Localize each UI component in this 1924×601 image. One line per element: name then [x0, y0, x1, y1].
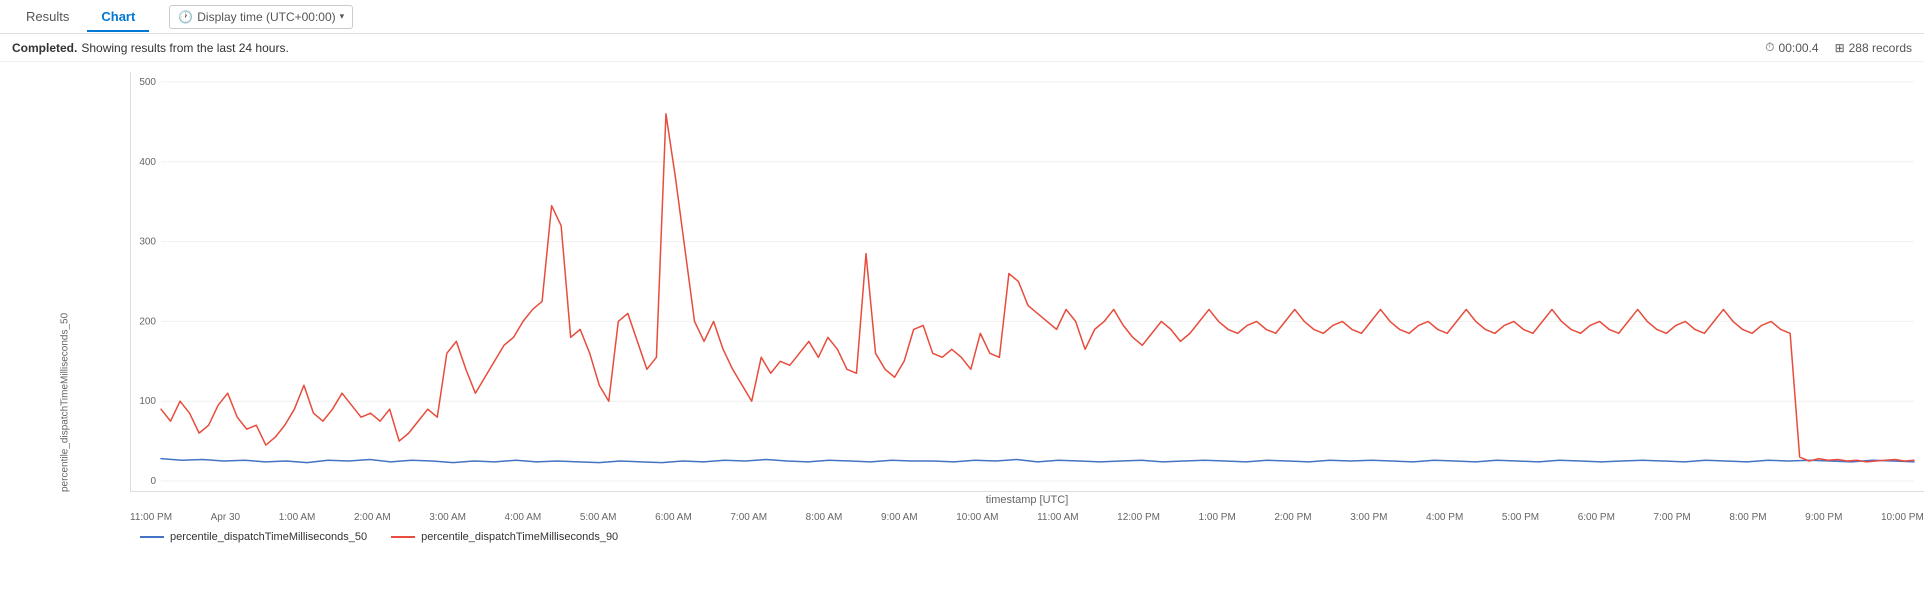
x-label: 7:00 AM: [730, 512, 767, 523]
x-label: 1:00 AM: [279, 512, 316, 523]
completed-label: Completed.: [12, 41, 77, 55]
top-bar: Results Chart 🕐 Display time (UTC+00:00)…: [0, 0, 1924, 34]
chart-svg: 0 100 200 300 400 500: [131, 72, 1924, 491]
table-icon: ⊞: [1835, 41, 1845, 55]
x-label: 11:00 PM: [130, 512, 172, 523]
records-value: 288 records: [1849, 41, 1912, 55]
clock-icon: 🕐: [178, 10, 193, 24]
x-label: 4:00 PM: [1426, 512, 1463, 523]
status-bar: Completed. Showing results from the last…: [0, 34, 1924, 62]
x-label: 5:00 PM: [1502, 512, 1539, 523]
x-label: Apr 30: [211, 512, 240, 523]
tab-results[interactable]: Results: [12, 3, 83, 32]
status-message: Showing results from the last 24 hours.: [81, 41, 288, 55]
x-axis-title: timestamp [UTC]: [0, 492, 1924, 508]
legend-item: percentile_dispatchTimeMilliseconds_90: [391, 531, 618, 543]
legend-line: [391, 536, 415, 538]
chart-container: percentile_dispatchTimeMilliseconds_50 0…: [0, 72, 1924, 492]
x-label: 3:00 PM: [1350, 512, 1387, 523]
svg-text:100: 100: [139, 396, 156, 407]
x-label: 4:00 AM: [505, 512, 542, 523]
x-label: 12:00 PM: [1117, 512, 1160, 523]
duration-value: 00:00.4: [1779, 41, 1819, 55]
x-axis-labels: 11:00 PM Apr 30 1:00 AM 2:00 AM 3:00 AM 4:00 …: [0, 512, 1924, 523]
legend: percentile_dispatchTimeMilliseconds_50 pe…: [0, 523, 1924, 551]
y-axis-label: percentile_dispatchTimeMilliseconds_50: [0, 72, 130, 492]
status-left: Completed. Showing results from the last…: [12, 41, 289, 55]
x-label: 2:00 PM: [1274, 512, 1311, 523]
x-label: 2:00 AM: [354, 512, 391, 523]
chart-inner: 0 100 200 300 400 500: [130, 72, 1924, 492]
svg-text:0: 0: [150, 476, 156, 487]
x-label: 7:00 PM: [1654, 512, 1691, 523]
timer-icon: ⏱: [1765, 40, 1774, 55]
chart-area: percentile_dispatchTimeMilliseconds_50 0…: [0, 62, 1924, 542]
x-label: 10:00 AM: [956, 512, 998, 523]
tab-chart[interactable]: Chart: [87, 3, 149, 32]
x-label: 8:00 PM: [1729, 512, 1766, 523]
x-label: 3:00 AM: [429, 512, 466, 523]
legend-label: percentile_dispatchTimeMilliseconds_90: [421, 531, 618, 543]
duration-item: ⏱ 00:00.4: [1765, 40, 1818, 55]
x-label: 9:00 AM: [881, 512, 918, 523]
svg-text:300: 300: [139, 237, 156, 248]
display-time-selector[interactable]: 🕐 Display time (UTC+00:00) ▾: [169, 5, 353, 29]
svg-text:200: 200: [139, 316, 156, 327]
display-time-label: Display time (UTC+00:00): [197, 10, 335, 24]
legend-label: percentile_dispatchTimeMilliseconds_50: [170, 531, 367, 543]
x-label: 11:00 AM: [1037, 512, 1079, 523]
chevron-down-icon: ▾: [340, 11, 345, 22]
x-label: 8:00 AM: [806, 512, 843, 523]
x-label: 10:00 PM: [1881, 512, 1924, 523]
records-item: ⊞ 288 records: [1835, 41, 1912, 55]
x-label: 1:00 PM: [1199, 512, 1236, 523]
svg-text:500: 500: [139, 77, 156, 88]
x-label: 6:00 AM: [655, 512, 692, 523]
x-label: 5:00 AM: [580, 512, 617, 523]
svg-text:400: 400: [139, 157, 156, 168]
legend-item: percentile_dispatchTimeMilliseconds_50: [140, 531, 367, 543]
x-label: 9:00 PM: [1805, 512, 1842, 523]
status-right: ⏱ 00:00.4 ⊞ 288 records: [1765, 40, 1912, 55]
legend-line: [140, 536, 164, 538]
x-label: 6:00 PM: [1578, 512, 1615, 523]
